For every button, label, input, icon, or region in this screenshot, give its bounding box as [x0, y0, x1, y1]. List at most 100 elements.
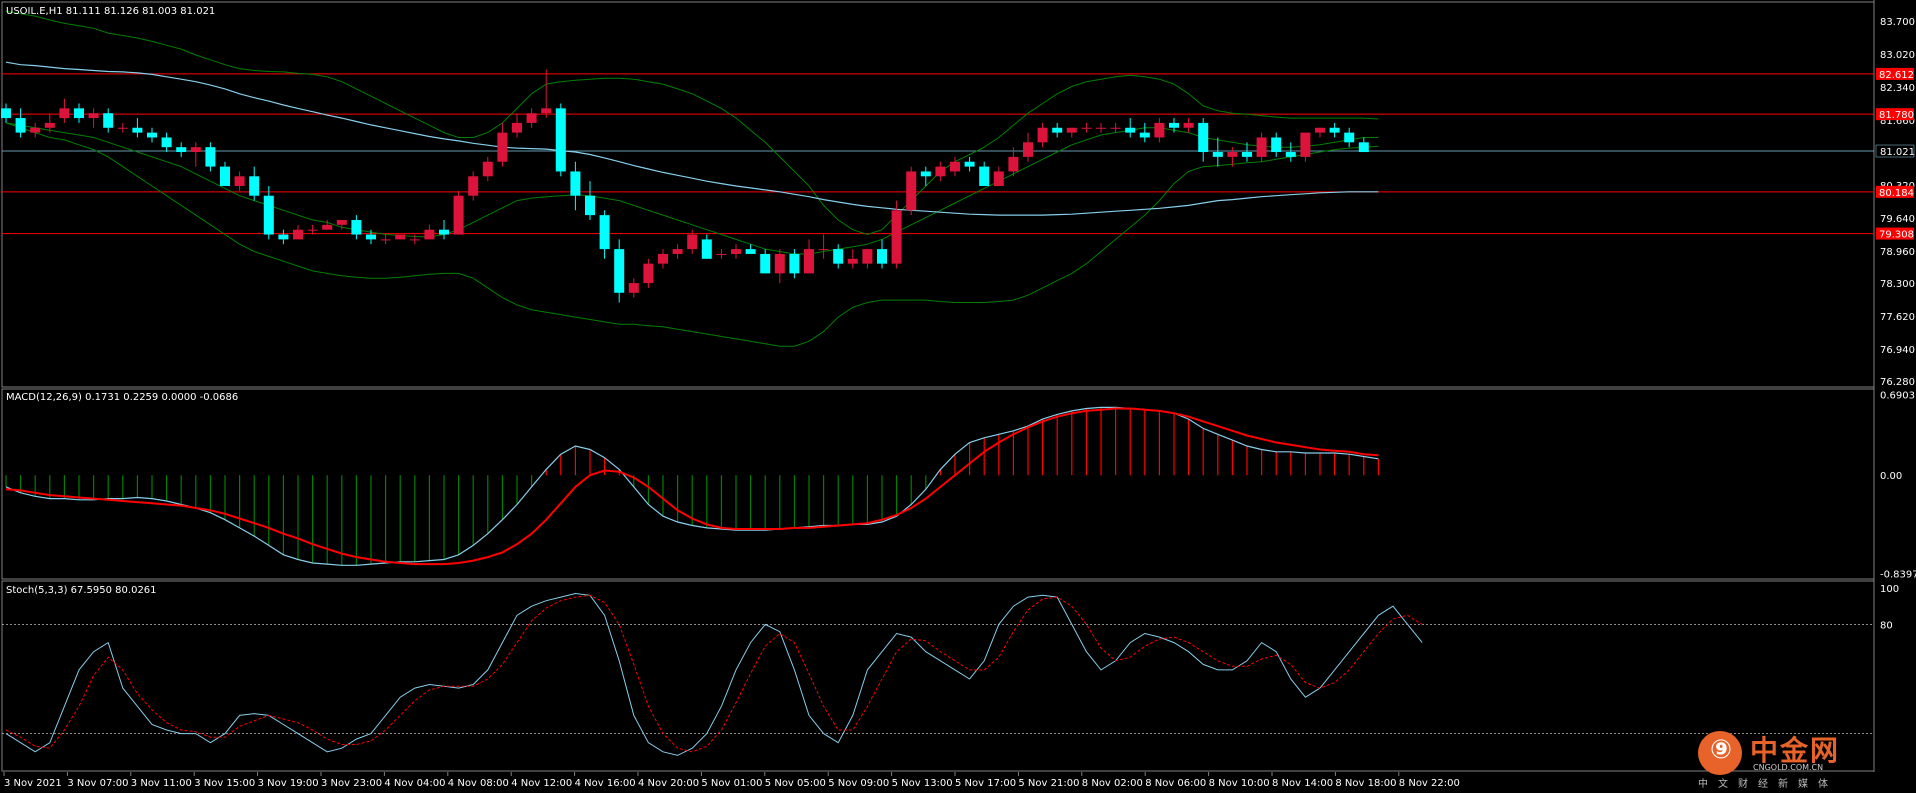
candle-body: [979, 166, 990, 187]
candle-body: [920, 171, 931, 177]
candle-body: [614, 249, 625, 293]
candle-body: [1139, 132, 1150, 138]
time-label: 8 Nov 18:00: [1335, 778, 1396, 789]
time-label: 8 Nov 22:00: [1399, 778, 1460, 789]
chart-window[interactable]: 83.70083.02082.34081.66081.02180.32079.6…: [0, 0, 1916, 793]
candle-body: [497, 132, 508, 162]
candle-body: [993, 171, 1004, 187]
time-label: 8 Nov 14:00: [1272, 778, 1333, 789]
stoch-series: [2, 592, 1874, 756]
chart-canvas[interactable]: 83.70083.02082.34081.66081.02180.32079.6…: [0, 0, 1916, 793]
candle-body: [833, 249, 844, 264]
price-series: [1, 10, 1874, 347]
candle-body: [628, 283, 639, 293]
candle-body: [1256, 137, 1267, 157]
candle-body: [103, 113, 114, 128]
time-label: 4 Nov 12:00: [511, 778, 572, 789]
candle-body: [964, 161, 975, 167]
candle-body: [132, 127, 143, 133]
time-label: 3 Nov 15:00: [194, 778, 255, 789]
candle-body: [307, 229, 318, 231]
candle-body: [760, 253, 771, 274]
stoch-pane[interactable]: [1, 580, 1875, 772]
stoch-signal-line: [5, 594, 1423, 753]
candle-body: [147, 132, 157, 138]
time-label: 4 Nov 08:00: [448, 778, 509, 789]
macd-tick: -0.8397: [1880, 569, 1916, 580]
time-label: 5 Nov 01:00: [701, 778, 762, 789]
time-axis: 3 Nov 2021 3 Nov 07:00 3 Nov 11:00 3 Nov 15…: [3, 772, 1460, 789]
price-tick: 82.340: [1880, 83, 1915, 94]
macd-tick: 0.00: [1880, 471, 1902, 482]
candle-body: [263, 195, 274, 235]
candle-body: [716, 253, 727, 255]
candle-body: [891, 210, 902, 264]
candle-body: [1023, 142, 1033, 157]
candle-body: [1, 108, 11, 119]
candle-body: [1066, 127, 1077, 133]
time-label: 4 Nov 16:00: [575, 778, 636, 789]
price-level-label: 79.308: [1879, 230, 1914, 241]
price-level-label: 82.612: [1879, 70, 1914, 81]
candle-body: [643, 263, 654, 284]
candle-body: [1110, 127, 1121, 129]
axis-labels: 83.70083.02082.34081.66081.02180.32079.6…: [1875, 17, 1916, 631]
candle-body: [526, 113, 537, 123]
price-tick: 78.960: [1880, 247, 1915, 258]
candle-body: [366, 234, 376, 240]
bollinger-upper: [5, 10, 1379, 236]
logo-tagline: 中文财经新媒体: [1698, 779, 1838, 790]
candle-body: [731, 249, 741, 254]
price-tick: 78.300: [1880, 279, 1915, 290]
candle-body: [161, 137, 172, 148]
candle-body: [453, 195, 464, 235]
candle-body: [512, 122, 522, 133]
candle-body: [190, 147, 201, 153]
candle-body: [745, 249, 756, 254]
time-label: 3 Nov 11:00: [131, 778, 192, 789]
candle-body: [1096, 127, 1106, 129]
symbol-header: USOIL.E,H1 81.111 81.126 81.003 81.021: [6, 6, 215, 17]
candle-body: [1052, 127, 1063, 133]
candle-body: [1227, 152, 1238, 157]
candle-body: [599, 215, 610, 250]
price-level-label: 81.780: [1879, 110, 1914, 121]
price-tick: 79.640: [1880, 214, 1915, 225]
candle-body: [1242, 152, 1252, 157]
candle-body: [935, 166, 946, 177]
candle-body: [789, 253, 800, 274]
candle-body: [1037, 127, 1048, 143]
candle-body: [804, 249, 814, 274]
candle-body: [88, 113, 99, 119]
candle-body: [249, 176, 260, 196]
time-label: 8 Nov 02:00: [1082, 778, 1143, 789]
price-pane[interactable]: [1, 1, 1875, 388]
stoch-main-line: [5, 592, 1423, 756]
price-level-label: 80.184: [1879, 188, 1914, 199]
time-label: 3 Nov 2021: [4, 778, 62, 789]
candle-body: [424, 229, 435, 240]
candle-body: [351, 219, 362, 235]
candle-body: [336, 219, 347, 225]
candle-body: [774, 253, 785, 274]
candle-body: [570, 171, 581, 196]
candle-body: [1358, 142, 1369, 153]
candle-body: [117, 127, 128, 129]
time-label: 5 Nov 05:00: [765, 778, 826, 789]
candle-body: [818, 249, 829, 251]
candle-body: [1212, 152, 1223, 157]
candle-body: [293, 229, 303, 240]
time-label: 8 Nov 06:00: [1145, 778, 1206, 789]
candle-body: [468, 176, 479, 196]
candle-body: [1008, 156, 1019, 172]
price-tick: 77.620: [1880, 312, 1915, 323]
candle-body: [1285, 152, 1296, 157]
candle-body: [672, 249, 683, 254]
candle-body: [380, 239, 391, 241]
candle-body: [74, 108, 84, 119]
time-label: 4 Nov 04:00: [384, 778, 445, 789]
price-tick: 76.280: [1880, 377, 1915, 388]
candle-body: [1154, 122, 1165, 138]
time-label: 5 Nov 13:00: [892, 778, 953, 789]
candle-body: [59, 108, 70, 119]
